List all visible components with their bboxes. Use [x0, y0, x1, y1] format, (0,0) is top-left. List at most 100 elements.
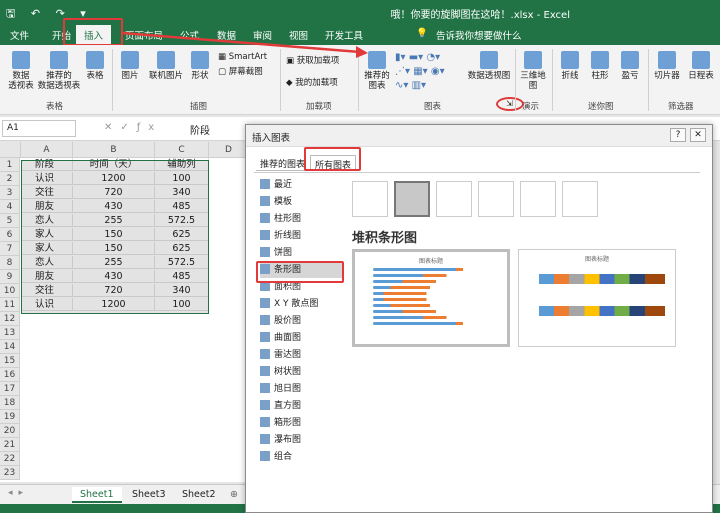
row-header[interactable]: 7 [0, 242, 20, 256]
chart-type-item[interactable]: 旭日图 [260, 381, 342, 397]
table-cell[interactable]: 340 [155, 284, 209, 297]
row-header[interactable]: 15 [0, 354, 20, 368]
chart-type-item[interactable]: 条形图 [260, 262, 342, 278]
table-cell[interactable]: 150 [73, 228, 155, 241]
table-cell[interactable]: 572.5 [155, 256, 209, 269]
row-header[interactable]: 19 [0, 410, 20, 424]
row-header[interactable]: 2 [0, 172, 20, 186]
chart-type-item[interactable]: X Y 散点图 [260, 296, 342, 312]
table-cell[interactable]: 340 [155, 186, 209, 199]
select-all-corner[interactable] [0, 142, 21, 158]
sheet-tab-2[interactable]: Sheet2 [174, 487, 224, 503]
chart-type-item[interactable]: 曲面图 [260, 330, 342, 346]
subtype-stacked-bar[interactable] [394, 181, 430, 217]
table-cell[interactable]: 625 [155, 242, 209, 255]
subtype-100-stacked-bar[interactable] [436, 181, 472, 217]
row-header[interactable]: 1 [0, 158, 20, 172]
table-cell[interactable]: 恋人 [21, 256, 73, 269]
formula-bar-buttons[interactable]: ✕✓ƒx [104, 122, 162, 133]
table-cell[interactable]: 朋友 [21, 200, 73, 213]
sheet-tab-1[interactable]: Sheet1 [72, 487, 122, 503]
subtype-3d-clustered-bar[interactable] [478, 181, 514, 217]
chart-type-item[interactable]: 箱形图 [260, 415, 342, 431]
row-header[interactable]: 8 [0, 256, 20, 270]
chart-type-item[interactable]: 瀑布图 [260, 432, 342, 448]
subtype-3d-100-stacked-bar[interactable] [562, 181, 598, 217]
table-cell[interactable]: 485 [155, 270, 209, 283]
table-cell[interactable]: 430 [73, 200, 155, 213]
table-cell[interactable]: 1200 [73, 172, 155, 185]
chart-type-item[interactable]: 雷达图 [260, 347, 342, 363]
row-header[interactable]: 23 [0, 466, 20, 480]
chart-type-item[interactable]: 最近 [260, 177, 342, 193]
chart-type-item[interactable]: 树状图 [260, 364, 342, 380]
row-header[interactable]: 14 [0, 340, 20, 354]
row-header[interactable]: 10 [0, 284, 20, 298]
chart-type-icon [260, 213, 270, 223]
table-cell[interactable]: 430 [73, 270, 155, 283]
table-cell[interactable]: 家人 [21, 228, 73, 241]
table-cell[interactable]: 255 [73, 256, 155, 269]
table-cell[interactable]: 100 [155, 298, 209, 311]
chart-type-item[interactable]: 组合 [260, 449, 342, 465]
chart-type-item[interactable]: 直方图 [260, 398, 342, 414]
table-cell[interactable]: 时间（天） [73, 158, 155, 171]
table-cell[interactable]: 1200 [73, 298, 155, 311]
tab-recommended-charts[interactable]: 推荐的图表 [256, 155, 310, 171]
column-header-a[interactable]: A [21, 142, 73, 158]
row-header[interactable]: 22 [0, 452, 20, 466]
table-cell[interactable]: 阶段 [21, 158, 73, 171]
table-cell[interactable]: 150 [73, 242, 155, 255]
name-box[interactable]: A1 [2, 120, 76, 137]
close-button[interactable]: ✕ [690, 128, 706, 142]
table-cell[interactable]: 恋人 [21, 214, 73, 227]
table-cell[interactable]: 辅助列 [155, 158, 209, 171]
worksheet-grid[interactable]: A B C D 1 2 3 4 5 6 7 8 9 10 11 12 13 14 15 16 17 18 19 20 2… [0, 142, 245, 482]
row-header[interactable]: 17 [0, 382, 20, 396]
subtype-clustered-bar[interactable] [352, 181, 388, 217]
column-header-b[interactable]: B [73, 142, 155, 158]
table-cell[interactable]: 家人 [21, 242, 73, 255]
chart-type-item[interactable]: 饼图 [260, 245, 342, 261]
table-cell[interactable]: 100 [155, 172, 209, 185]
table-cell[interactable]: 572.5 [155, 214, 209, 227]
table-cell[interactable]: 720 [73, 186, 155, 199]
table-cell[interactable]: 625 [155, 228, 209, 241]
table-cell[interactable]: 认识 [21, 172, 73, 185]
tab-all-charts[interactable]: 所有图表 [310, 155, 357, 171]
column-header-d[interactable]: D [209, 142, 245, 158]
table-cell[interactable]: 255 [73, 214, 155, 227]
row-header[interactable]: 12 [0, 312, 20, 326]
chart-preview-2[interactable]: 图表标题 [518, 249, 676, 347]
table-cell[interactable]: 交往 [21, 284, 73, 297]
formula-input[interactable]: 阶段 [190, 122, 210, 137]
table-cell[interactable]: 认识 [21, 298, 73, 311]
sheet-nav-arrows[interactable]: ◂▸ [8, 488, 29, 498]
row-header[interactable]: 20 [0, 424, 20, 438]
column-header-c[interactable]: C [155, 142, 209, 158]
add-sheet-icon[interactable]: ⊕ [222, 487, 246, 503]
row-header[interactable]: 6 [0, 228, 20, 242]
table-cell[interactable]: 720 [73, 284, 155, 297]
chart-type-item[interactable]: 折线图 [260, 228, 342, 244]
chart-type-item[interactable]: 面积图 [260, 279, 342, 295]
row-header[interactable]: 9 [0, 270, 20, 284]
row-header[interactable]: 4 [0, 200, 20, 214]
row-header[interactable]: 21 [0, 438, 20, 452]
row-header[interactable]: 18 [0, 396, 20, 410]
chart-type-item[interactable]: 股价图 [260, 313, 342, 329]
help-button[interactable]: ? [670, 128, 686, 142]
row-header[interactable]: 16 [0, 368, 20, 382]
row-header[interactable]: 11 [0, 298, 20, 312]
chart-type-item[interactable]: 柱形图 [260, 211, 342, 227]
row-header[interactable]: 5 [0, 214, 20, 228]
chart-preview-1[interactable]: 图表标题 [352, 249, 510, 347]
row-header[interactable]: 3 [0, 186, 20, 200]
chart-type-item[interactable]: 模板 [260, 194, 342, 210]
table-cell[interactable]: 485 [155, 200, 209, 213]
table-cell[interactable]: 朋友 [21, 270, 73, 283]
subtype-3d-stacked-bar[interactable] [520, 181, 556, 217]
row-header[interactable]: 13 [0, 326, 20, 340]
sheet-tab-3[interactable]: Sheet3 [124, 487, 174, 503]
table-cell[interactable]: 交往 [21, 186, 73, 199]
